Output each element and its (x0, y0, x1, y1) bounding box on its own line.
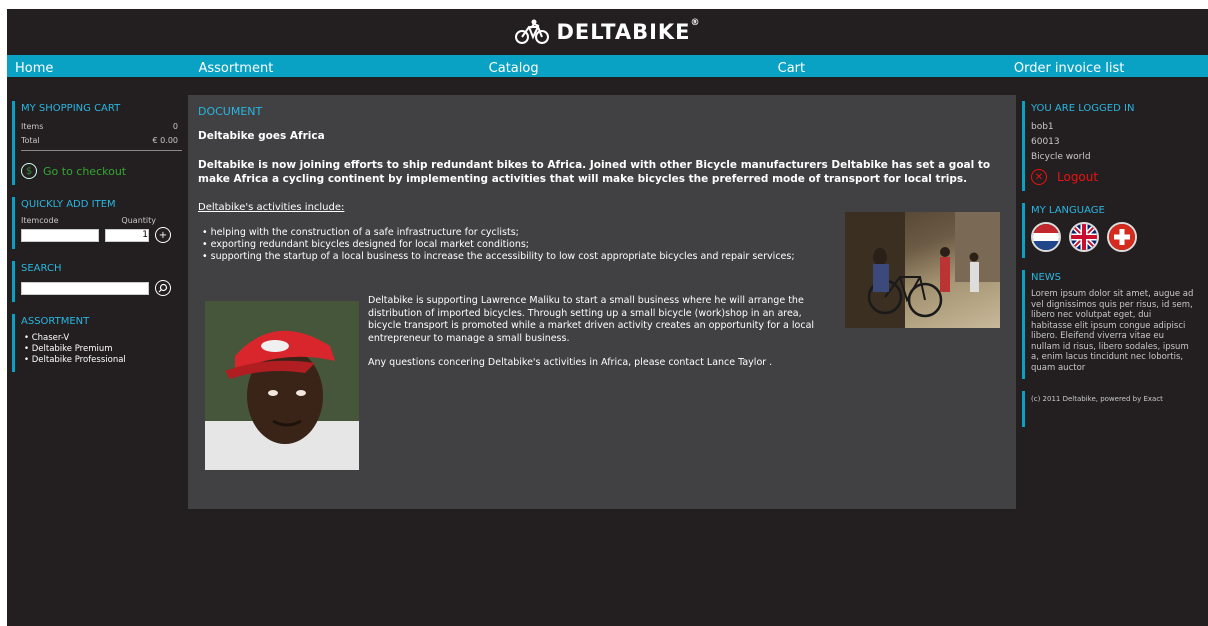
add-icon[interactable]: + (155, 227, 171, 243)
assortment-list: Chaser-V Deltabike Premium Deltabike Pro… (21, 333, 182, 366)
lawrence-maliku-photo (205, 301, 359, 470)
main-nav: Home Assortment Catalog Cart Order invoi… (7, 55, 1208, 77)
assortment-panel: ASSORTMENT Chaser-V Deltabike Premium De… (12, 314, 182, 372)
search-input[interactable] (21, 281, 149, 295)
document-intro: Deltabike is now joining efforts to ship… (198, 159, 991, 185)
itemcode-input[interactable] (21, 228, 99, 242)
nav-order-invoice-list[interactable]: Order invoice list (1014, 61, 1125, 76)
panel-title: SEARCH (21, 263, 62, 274)
panel-title: ASSORTMENT (21, 316, 90, 327)
assortment-item[interactable]: Deltabike Premium (21, 344, 182, 355)
dollar-icon: $ (21, 163, 37, 179)
header: DELTABIKE® (7, 9, 1208, 55)
panel-title: YOU ARE LOGGED IN (1031, 103, 1135, 114)
left-sidebar: MY SHOPPING CART Items 0 Total € 0.00 $ … (12, 101, 182, 384)
africa-cyclists-photo (845, 212, 1000, 328)
news-text: Lorem ipsum dolor sit amet, augue ad vel… (1031, 289, 1194, 373)
swiss-flag-icon[interactable] (1107, 222, 1137, 252)
news-panel: NEWS Lorem ipsum dolor sit amet, augue a… (1022, 270, 1194, 379)
document-body: Deltabike is supporting Lawrence Maliku … (368, 295, 828, 382)
nav-assortment[interactable]: Assortment (198, 61, 273, 76)
document-heading: Deltabike goes Africa (198, 130, 325, 142)
bicycle-icon (515, 19, 550, 44)
quantity-label: Quantity (121, 216, 156, 225)
footer-panel: (c) 2011 Deltabike, powered by Exact (1022, 391, 1194, 427)
user-code: 60013 (1031, 137, 1060, 147)
checkout-link[interactable]: $ Go to checkout (21, 163, 182, 179)
document-paragraph: Deltabike is supporting Lawrence Maliku … (368, 295, 815, 344)
logo-text: DELTABIKE® (556, 18, 701, 44)
close-icon: ✕ (1031, 169, 1047, 185)
cart-total-row: Total € 0.00 (21, 134, 182, 151)
document-paragraph: Any questions concering Deltabike's acti… (368, 357, 773, 368)
right-sidebar: YOU ARE LOGGED IN bob1 60013 Bicycle wor… (1022, 101, 1194, 439)
user-company: Bicycle world (1031, 152, 1091, 162)
document-panel: DOCUMENT Deltabike goes Africa Deltabike… (188, 95, 1016, 509)
itemcode-label: Itemcode (21, 216, 59, 225)
quantity-input[interactable] (105, 228, 149, 242)
shopping-cart-panel: MY SHOPPING CART Items 0 Total € 0.00 $ … (12, 101, 182, 185)
nav-cart[interactable]: Cart (778, 61, 806, 76)
nav-catalog[interactable]: Catalog (489, 61, 539, 76)
quick-add-panel: QUICKLY ADD ITEM Itemcode Quantity + (12, 197, 182, 249)
nav-home[interactable]: Home (15, 61, 53, 76)
assortment-item[interactable]: Deltabike Professional (21, 355, 182, 366)
search-panel: SEARCH (12, 261, 182, 302)
search-icon[interactable] (155, 280, 171, 296)
cart-items-row: Items 0 (21, 122, 178, 131)
netherlands-flag-icon[interactable] (1031, 222, 1061, 252)
footer-text: (c) 2011 Deltabike, powered by Exact (1031, 395, 1163, 403)
panel-title: MY SHOPPING CART (21, 103, 121, 114)
logged-in-panel: YOU ARE LOGGED IN bob1 60013 Bicycle wor… (1022, 101, 1194, 191)
panel-title: MY LANGUAGE (1031, 205, 1105, 216)
page-frame: DELTABIKE® Home Assortment Catalog Cart … (7, 9, 1208, 626)
language-panel: MY LANGUAGE (1022, 203, 1194, 258)
uk-flag-icon[interactable] (1069, 222, 1099, 252)
panel-title: QUICKLY ADD ITEM (21, 199, 116, 210)
user-name: bob1 (1031, 122, 1054, 132)
deltabike-logo[interactable]: DELTABIKE® (514, 18, 701, 45)
logout-button[interactable]: ✕ Logout (1031, 169, 1194, 185)
document-title: DOCUMENT (198, 105, 263, 118)
assortment-item[interactable]: Chaser-V (21, 333, 182, 344)
panel-title: NEWS (1031, 272, 1062, 283)
